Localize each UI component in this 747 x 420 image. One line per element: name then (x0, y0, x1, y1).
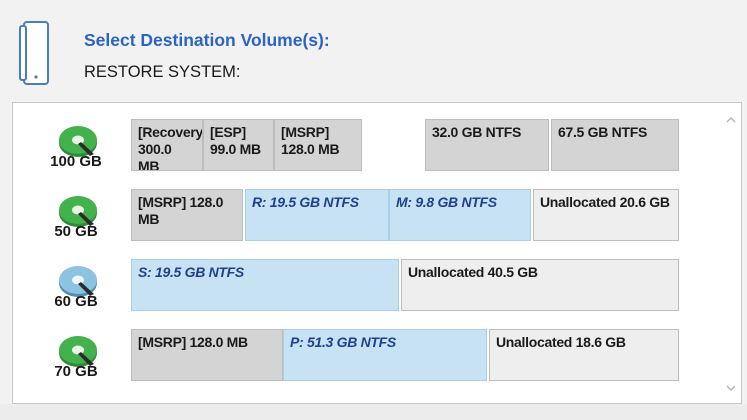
partition[interactable]: 67.5 GB NTFS (551, 119, 679, 171)
page-title: Select Destination Volume(s): (84, 30, 330, 50)
disk-row: 50 GB [MSRP] 128.0 MB R: 19.5 GB NTFS M:… (13, 183, 713, 249)
partition[interactable]: [MSRP] 128.0 MB (131, 189, 243, 241)
disk-size: 70 GB (54, 363, 98, 380)
chevron-up-icon[interactable] (724, 113, 738, 127)
partition[interactable]: Unallocated 20.6 GB (533, 189, 679, 241)
disk-size: 100 GB (50, 153, 102, 170)
partition[interactable]: [ESP] 99.0 MB (203, 119, 274, 171)
portable-device-icon (19, 21, 49, 85)
disk-row: 60 GB S: 19.5 GB NTFS Unallocated 40.5 G… (13, 253, 713, 319)
partition[interactable]: 32.0 GB NTFS (425, 119, 549, 171)
vertical-scrollbar[interactable] (721, 103, 741, 403)
partition[interactable]: P: 51.3 GB NTFS (283, 329, 487, 381)
disk-size: 60 GB (54, 293, 98, 310)
disk-list-panel[interactable]: 100 GB [Recovery] 300.0 MB [ESP] 99.0 MB… (12, 102, 742, 404)
partition[interactable]: M: 9.8 GB NTFS (389, 189, 531, 241)
page-subtitle: RESTORE SYSTEM: (84, 63, 241, 81)
chevron-down-icon[interactable] (724, 381, 738, 395)
disk-row: 100 GB [Recovery] 300.0 MB [ESP] 99.0 MB… (13, 113, 713, 179)
disk-size: 50 GB (54, 223, 98, 240)
partition[interactable]: [MSRP] 128.0 MB (274, 119, 362, 171)
partition[interactable]: [MSRP] 128.0 MB (131, 329, 283, 381)
disk-row: 70 GB [MSRP] 128.0 MB P: 51.3 GB NTFS Un… (13, 323, 713, 389)
bottom-strip (0, 404, 747, 420)
partition[interactable]: R: 19.5 GB NTFS (245, 189, 389, 241)
header: Select Destination Volume(s): RESTORE SY… (0, 0, 747, 102)
partition[interactable]: [Recovery] 300.0 MB (131, 119, 203, 171)
partition[interactable]: Unallocated 40.5 GB (401, 259, 679, 311)
partition[interactable]: Unallocated 18.6 GB (489, 329, 679, 381)
partition[interactable]: S: 19.5 GB NTFS (131, 259, 399, 311)
